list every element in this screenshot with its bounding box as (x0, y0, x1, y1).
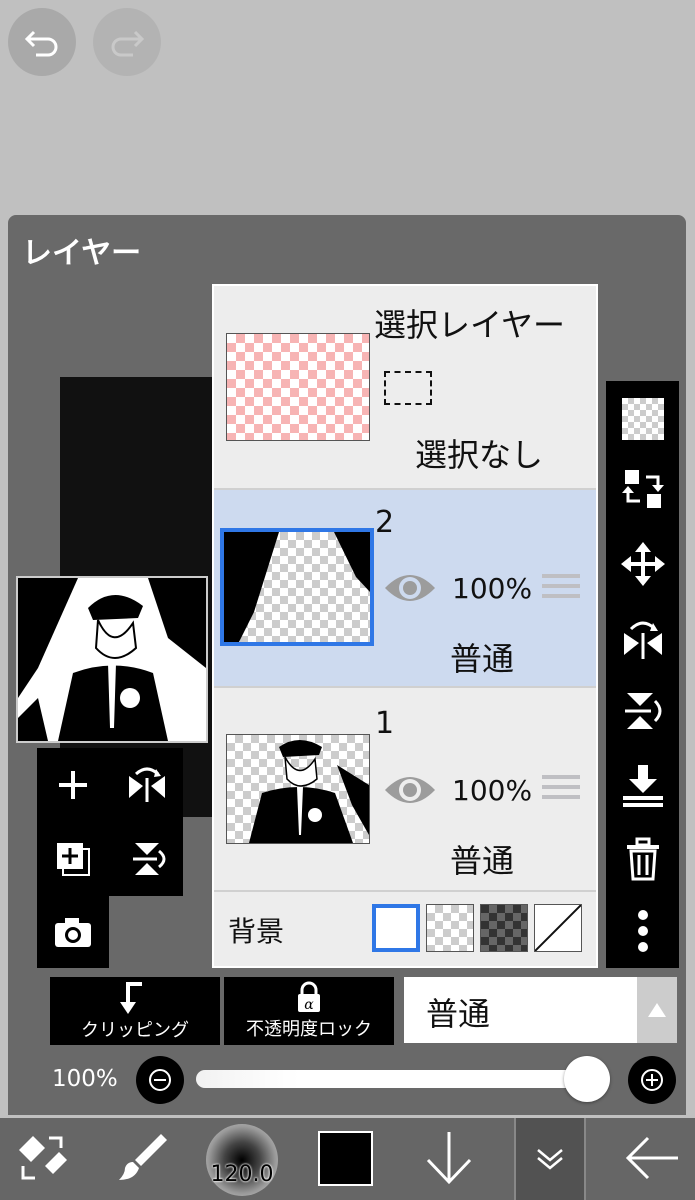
camera-button[interactable] (40, 900, 106, 964)
background-dark-swatch[interactable] (480, 904, 528, 952)
brush-size-value: 120.0 (210, 1162, 274, 1187)
flip-vertical-right-button[interactable] (606, 679, 679, 743)
layer-1-drag-handle[interactable] (542, 775, 580, 801)
flip-vertical-icon (624, 693, 661, 729)
flip-horizontal-right-button[interactable] (606, 607, 679, 671)
svg-text:α: α (304, 997, 314, 1013)
redo-icon (111, 30, 145, 57)
merge-down-icon (622, 765, 663, 807)
brush-tool-button[interactable] (115, 1130, 169, 1188)
minus-icon (149, 1069, 171, 1091)
panel-title: レイヤー (22, 236, 142, 271)
clipping-label: クリッピング (81, 1020, 189, 1041)
swap-icon (621, 470, 664, 508)
redo-button[interactable] (93, 8, 161, 76)
eye-icon (385, 575, 435, 601)
eye-icon (385, 777, 435, 803)
arrow-down-icon (426, 1132, 472, 1185)
camera-icon (55, 918, 91, 947)
layer-2-artwork (224, 532, 370, 642)
checkerboard-icon (621, 398, 664, 440)
flip-horizontal-icon (623, 621, 662, 659)
background-transparent-swatch[interactable] (426, 904, 474, 952)
layer-2-number: 2 (375, 505, 395, 540)
layer-1-artwork (249, 740, 369, 843)
collapse-panel-button[interactable] (514, 1118, 586, 1200)
opacity-lock-label: 不透明度ロック (246, 1019, 372, 1040)
opacity-increase-button[interactable] (628, 1056, 676, 1104)
no-background-icon (534, 904, 582, 952)
background-none-swatch[interactable] (534, 904, 582, 952)
layer-2-visibility-button[interactable] (383, 568, 437, 612)
layer-down-button[interactable] (424, 1130, 474, 1190)
layer-1-opacity: 100% (452, 774, 533, 807)
right-toolbar (606, 381, 679, 968)
selection-status: 選択なし (415, 436, 544, 474)
back-button[interactable] (624, 1136, 680, 1184)
layer-1-thumbnail (226, 734, 370, 844)
flip-vertical-icon (133, 843, 166, 875)
duplicate-layer-button[interactable] (40, 826, 106, 892)
duplicate-icon (57, 843, 90, 876)
undo-button[interactable] (8, 8, 76, 76)
layer-2-thumbnail (220, 528, 374, 646)
opacity-slider-thumb[interactable] (564, 1056, 610, 1102)
opacity-slider-track[interactable] (196, 1070, 606, 1088)
layer-2-drag-handle[interactable] (542, 574, 580, 600)
opacity-decrease-button[interactable] (136, 1056, 184, 1104)
blend-mode-select[interactable]: 普通 (404, 977, 637, 1043)
flip-vertical-button[interactable] (114, 826, 180, 892)
layer-2-blend-mode: 普通 (450, 640, 515, 678)
double-chevron-down-icon (537, 1149, 563, 1170)
opacity-lock-button[interactable]: α 不透明度ロック (224, 977, 394, 1045)
background-label: 背景 (228, 915, 285, 948)
background-white-swatch[interactable] (372, 904, 420, 952)
brush-size-button[interactable]: 120.0 (206, 1124, 278, 1196)
swap-layer-button[interactable] (606, 457, 679, 521)
flip-horizontal-icon (129, 767, 165, 802)
merge-down-button[interactable] (606, 753, 679, 817)
layer-1-visibility-button[interactable] (383, 770, 437, 814)
blend-mode-value: 普通 (426, 995, 491, 1033)
flip-horizontal-button[interactable] (114, 752, 180, 818)
brush-icon (119, 1134, 167, 1180)
selection-marquee-icon (384, 371, 432, 405)
selection-layer-thumbnail (226, 333, 370, 441)
clipping-button[interactable]: クリッピング (50, 977, 220, 1045)
opacity-slider-fill (196, 1070, 606, 1088)
artwork-image (18, 578, 206, 741)
selection-layer-title: 選択レイヤー (374, 306, 566, 344)
transform-tool-button[interactable] (15, 1130, 69, 1188)
lock-icon: α (298, 981, 320, 1013)
more-vertical-icon (637, 910, 648, 952)
undo-icon (24, 30, 58, 57)
plus-icon (641, 1069, 663, 1091)
transform-eraser-icon (19, 1136, 67, 1180)
triangle-up-icon (648, 1003, 666, 1017)
move-button[interactable] (606, 532, 679, 596)
blend-mode-dropdown-button[interactable] (637, 977, 677, 1043)
plus-icon (59, 771, 87, 799)
layer-2-opacity: 100% (452, 572, 533, 605)
color-swatch-button[interactable] (318, 1131, 373, 1186)
opacity-value: 100% (52, 1066, 118, 1092)
transparent-fill-button[interactable] (606, 387, 679, 451)
layer-1-number: 1 (375, 706, 395, 741)
add-layer-button[interactable] (40, 752, 106, 818)
arrow-left-icon (625, 1136, 678, 1180)
more-options-button[interactable] (606, 899, 679, 963)
move-icon (620, 542, 665, 586)
layer-1-blend-mode: 普通 (450, 842, 515, 880)
canvas-thumbnail[interactable] (16, 576, 208, 743)
clipping-arrow-icon (120, 982, 142, 1014)
trash-icon (626, 837, 659, 881)
delete-layer-button[interactable] (606, 827, 679, 891)
